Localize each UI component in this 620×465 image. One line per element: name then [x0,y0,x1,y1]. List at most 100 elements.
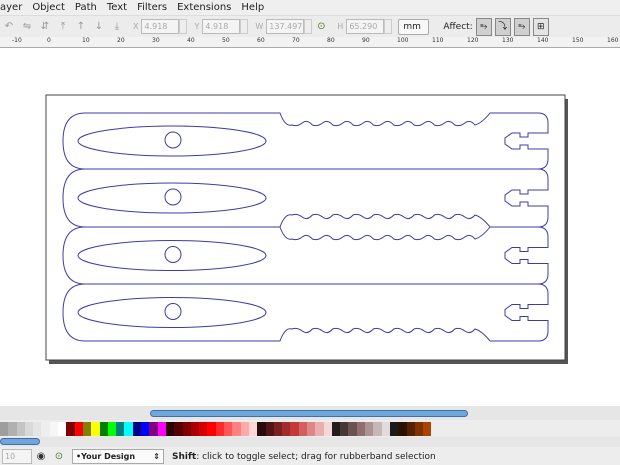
palette-swatch[interactable] [298,422,307,436]
ruler-label: 10 [82,37,90,44]
flip-vertical-icon[interactable]: ⇵ [38,20,52,34]
horizontal-ruler[interactable]: -10 0 10 20 30 40 50 60 70 80 90 100 110 120 130 140 150… [0,37,620,48]
y-spinner[interactable] [240,19,249,34]
ruler-label: 30 [152,37,160,44]
x-input[interactable]: 4.918 [141,19,180,34]
palette-swatch[interactable] [174,422,183,436]
layer-lock-icon[interactable]: ⊙ [52,450,66,464]
palette-swatch[interactable] [149,422,158,436]
ruler-label: 50 [222,37,230,44]
palette-swatch[interactable] [41,422,50,436]
x-spinner[interactable] [179,19,188,34]
palette-swatch[interactable] [74,422,83,436]
palette-swatch[interactable] [240,422,249,436]
palette-swatch[interactable] [132,422,142,436]
palette-swatch[interactable] [306,422,316,436]
palette-swatch[interactable] [99,422,108,436]
w-input[interactable]: 137.497 [266,19,305,34]
w-label: W [255,22,264,31]
palette-swatch[interactable] [224,422,233,436]
palette-swatch[interactable] [282,422,291,436]
lock-icon[interactable]: ⊙ [314,20,328,34]
zoom-field[interactable]: 10 [2,449,32,464]
palette-swatch[interactable] [91,422,100,436]
palette-swatch[interactable] [141,422,150,436]
palette-swatch[interactable] [16,422,25,436]
palette-swatch[interactable] [215,422,225,436]
palette-swatch[interactable] [82,422,92,436]
lower-icon[interactable]: ↓ [92,20,106,34]
palette-swatch[interactable] [290,422,299,436]
menu-help[interactable]: Help [241,2,264,13]
layer-select[interactable]: •Your Design ⇕ [72,449,164,464]
horizontal-scrollbar[interactable] [0,406,620,420]
palette-swatch[interactable] [340,422,349,436]
palette-swatch[interactable] [265,422,274,436]
palette-swatch[interactable] [207,422,216,436]
h-spinner[interactable] [384,19,393,34]
palette-swatch[interactable] [232,422,241,436]
layer-name: •Your Design [76,452,136,461]
flip-horizontal-icon[interactable]: ⇋ [20,20,34,34]
rotate-ccw-icon[interactable]: ↶ [2,20,16,34]
menu-text[interactable]: Text [107,2,127,13]
palette-swatch[interactable] [315,422,324,436]
palette-swatch[interactable] [24,422,34,436]
palette-swatch[interactable] [0,422,9,436]
tool-controls-bar: ↶ ⇋ ⇵ ⤒ ↑ ↓ ⤓ X 4.918 Y 4.918 W 137.497 … [0,15,620,37]
palette-swatch[interactable] [124,422,133,436]
palette-swatch[interactable] [381,422,390,436]
menu-filters[interactable]: Filters [137,2,167,13]
affect-gradients-icon[interactable]: ⥱ [513,17,530,36]
raise-to-top-icon[interactable]: ⤒ [56,20,70,34]
palette-swatch[interactable] [331,422,341,436]
palette-swatch[interactable] [414,422,424,436]
palette-swatch[interactable] [389,422,399,436]
w-spinner[interactable] [304,19,313,34]
palette-swatch[interactable] [356,422,366,436]
palette-swatch[interactable] [33,422,42,436]
palette-swatch[interactable] [373,422,382,436]
palette-swatch[interactable] [116,422,125,436]
palette-swatch[interactable] [323,422,332,436]
palette-swatch[interactable] [66,422,75,436]
palette-swatch[interactable] [348,422,357,436]
palette-swatch[interactable] [423,422,432,436]
x-label: X [133,22,139,31]
menu-object[interactable]: Object [32,2,65,13]
menu-bar: ayer Object Path Text Filters Extensions… [0,0,620,15]
palette-swatch[interactable] [157,422,166,436]
palette-swatch[interactable] [58,422,67,436]
palette-swatch[interactable] [248,422,258,436]
palette-swatch[interactable] [8,422,17,436]
color-palette [0,422,620,436]
menu-extensions[interactable]: Extensions [177,2,231,13]
affect-corners-icon[interactable]: ⤵ [494,17,511,36]
raise-icon[interactable]: ↑ [74,20,88,34]
h-input[interactable]: 65.290 [346,19,385,34]
unit-select[interactable]: mm [398,18,430,35]
palette-swatch[interactable] [398,422,407,436]
affect-stroke-width-icon[interactable]: ⥱ [475,17,492,36]
scrollbar-thumb[interactable] [150,410,468,417]
palette-scrollbar-thumb[interactable] [0,438,40,445]
palette-swatch[interactable] [199,422,208,436]
lower-to-bottom-icon[interactable]: ⤓ [110,20,124,34]
palette-swatch[interactable] [182,422,191,436]
palette-swatch[interactable] [273,422,283,436]
menu-layer[interactable]: ayer [0,2,22,13]
eye-visibility-icon[interactable]: ◉ [34,450,48,464]
y-input[interactable]: 4.918 [202,19,241,34]
ruler-label: 60 [257,37,265,44]
affect-patterns-icon[interactable]: ⊞ [532,17,549,36]
palette-swatch[interactable] [165,422,175,436]
palette-swatch[interactable] [365,422,374,436]
palette-swatch[interactable] [49,422,59,436]
palette-swatch[interactable] [257,422,266,436]
menu-path[interactable]: Path [75,2,97,13]
palette-swatch[interactable] [406,422,415,436]
palette-scrollbar[interactable] [0,437,620,447]
canvas[interactable] [0,48,620,406]
palette-swatch[interactable] [190,422,200,436]
palette-swatch[interactable] [107,422,117,436]
